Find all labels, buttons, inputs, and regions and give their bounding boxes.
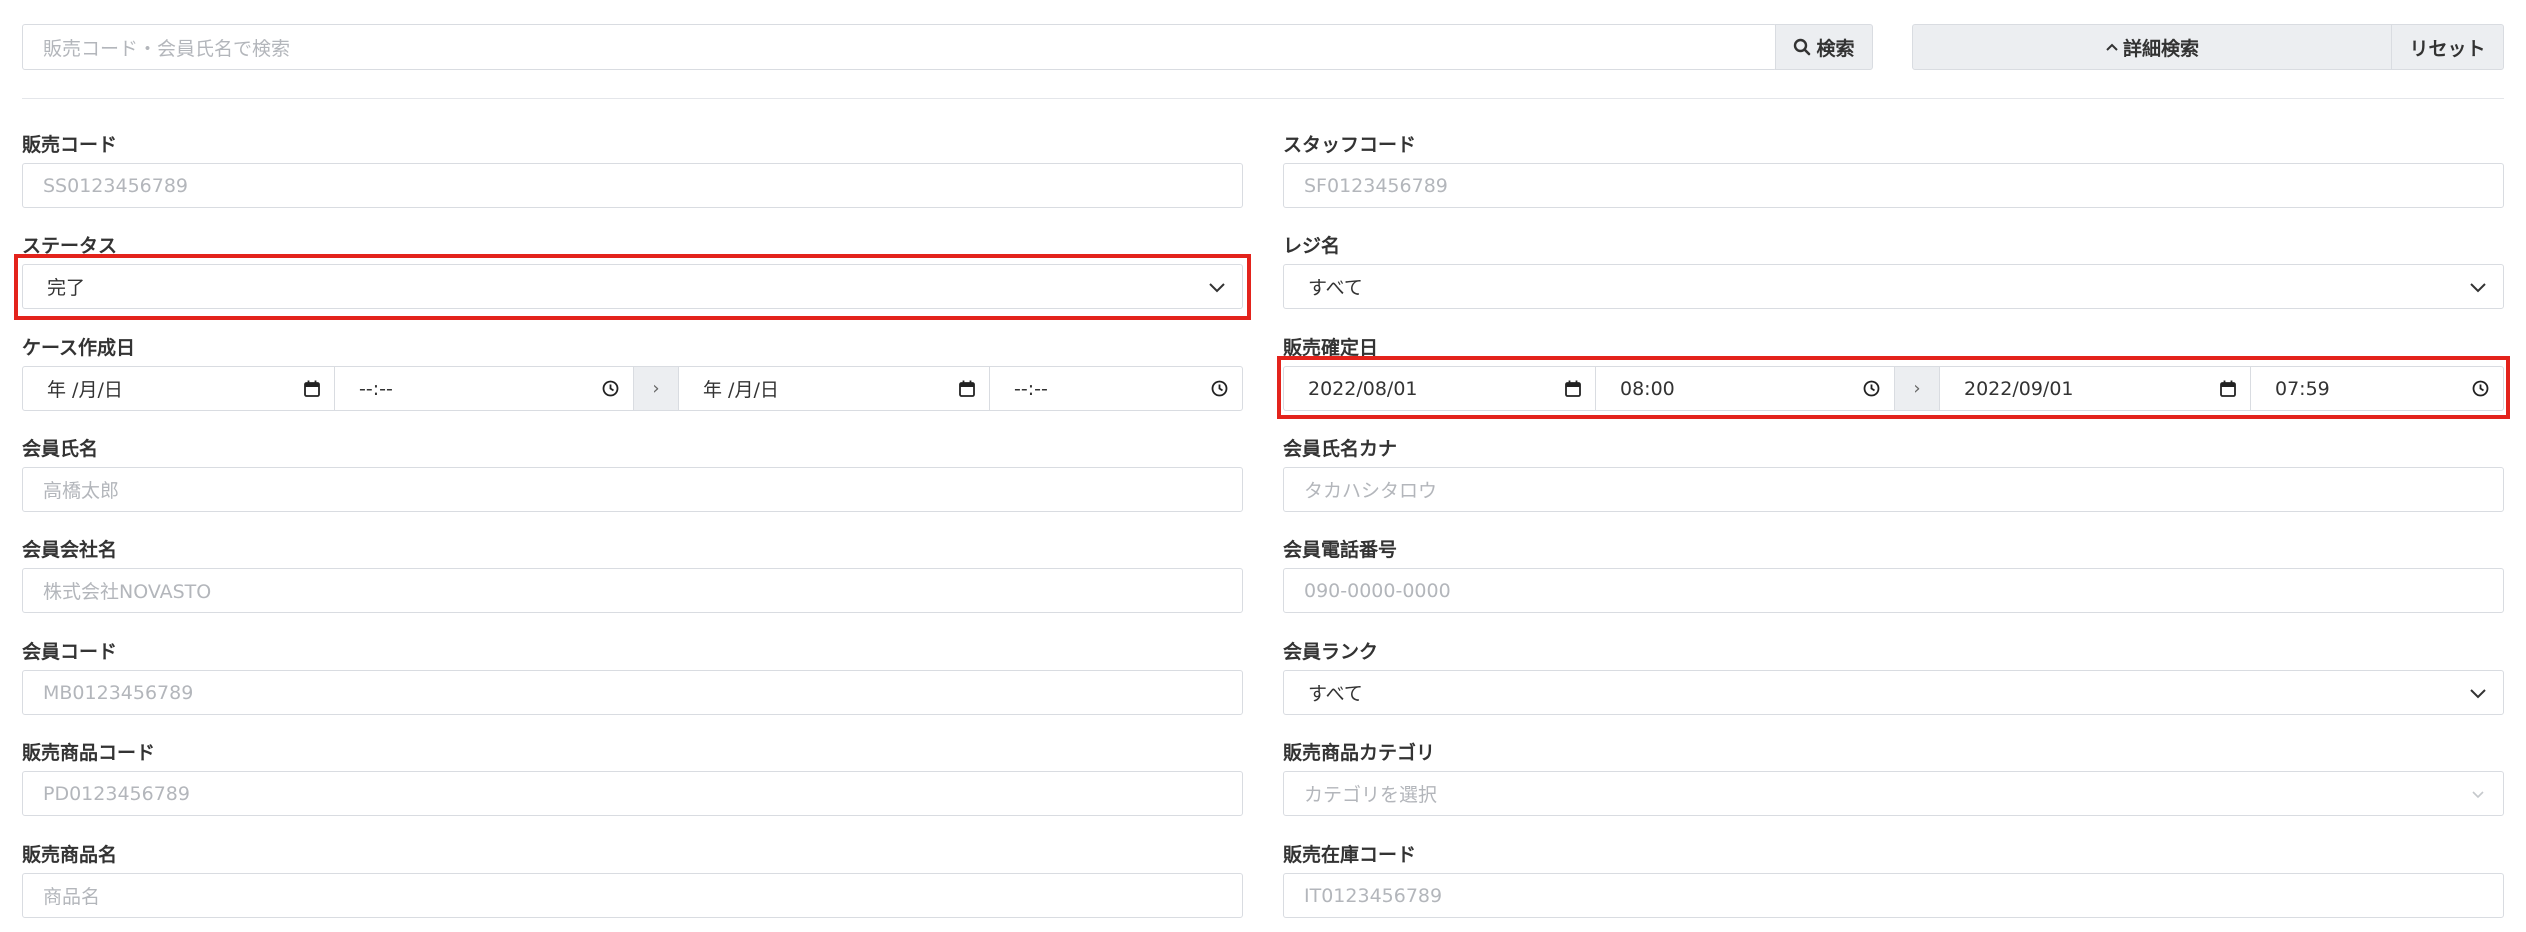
product-category-placeholder: カテゴリを選択	[1304, 784, 1438, 806]
case-time-to[interactable]: --:--	[989, 367, 1242, 410]
member-phone-label: 会員電話番号	[1283, 539, 1398, 561]
member-phone-input[interactable]: 090-0000-0000	[1283, 568, 2504, 613]
member-kana-input[interactable]: タカハシタロウ	[1283, 467, 2504, 512]
case-date-from[interactable]: 年 /月/日	[23, 367, 334, 410]
member-name-placeholder: 高橋太郎	[43, 480, 120, 502]
chevron-down-icon	[2470, 282, 2486, 292]
calendar-icon	[959, 380, 975, 397]
product-name-input[interactable]: 商品名	[22, 873, 1243, 918]
register-label: レジ名	[1283, 235, 1341, 257]
advanced-search-label: 詳細検索	[2122, 37, 2199, 60]
member-kana-label: 会員氏名カナ	[1283, 438, 1398, 460]
calendar-icon	[304, 380, 320, 397]
product-category-select[interactable]: カテゴリを選択	[1283, 771, 2504, 816]
staff-code-input[interactable]: SF0123456789	[1283, 163, 2504, 208]
staff-code-placeholder: SF0123456789	[1304, 174, 1448, 197]
divider	[22, 98, 2504, 99]
case-time-from[interactable]: --:--	[334, 367, 633, 410]
member-name-label: 会員氏名	[22, 438, 99, 460]
member-rank-value: すべて	[1308, 683, 1363, 705]
member-rank-label: 会員ランク	[1283, 641, 1379, 663]
product-code-label: 販売商品コード	[22, 742, 156, 764]
member-kana-placeholder: タカハシタロウ	[1304, 480, 1438, 502]
product-code-placeholder: PD0123456789	[43, 782, 190, 805]
case-time-from-value: --:--	[359, 377, 393, 400]
sales-code-label: 販売コード	[22, 134, 118, 156]
member-name-input[interactable]: 高橋太郎	[22, 467, 1243, 512]
case-date-to-value: 年 /月/日	[703, 379, 779, 401]
case-date-range: 年 /月/日 --:-- › 年 /月/日 --:--	[22, 366, 1243, 411]
clock-icon	[602, 380, 619, 397]
sales-code-input[interactable]: SS0123456789	[22, 163, 1243, 208]
sales-code-placeholder: SS0123456789	[43, 174, 189, 197]
advanced-search-button[interactable]: 詳細検索	[1912, 24, 2392, 70]
case-date-from-value: 年 /月/日	[47, 379, 123, 401]
register-select[interactable]: すべて	[1283, 264, 2504, 309]
search-input[interactable]: 販売コード・会員氏名で検索	[22, 24, 1777, 70]
register-value: すべて	[1308, 277, 1363, 299]
confirm-date-highlight-box	[1277, 356, 2510, 419]
case-date-to[interactable]: 年 /月/日	[678, 367, 989, 410]
chevron-down-icon	[2470, 688, 2486, 698]
member-code-input[interactable]: MB0123456789	[22, 670, 1243, 715]
status-highlight-box	[14, 254, 1251, 320]
range-separator: ›	[633, 367, 678, 410]
member-rank-select[interactable]: すべて	[1283, 670, 2504, 715]
chevron-up-icon	[2106, 43, 2118, 51]
reset-button[interactable]: リセット	[2391, 24, 2504, 70]
search-button-label: 検索	[1816, 37, 1855, 60]
product-code-input[interactable]: PD0123456789	[22, 771, 1243, 816]
reset-button-label: リセット	[2409, 37, 2486, 60]
product-name-placeholder: 商品名	[43, 886, 101, 908]
stock-code-placeholder: IT0123456789	[1304, 884, 1443, 907]
product-category-label: 販売商品カテゴリ	[1283, 742, 1436, 764]
member-company-label: 会員会社名	[22, 539, 118, 561]
product-name-label: 販売商品名	[22, 844, 118, 866]
clock-icon	[1211, 380, 1228, 397]
stock-code-label: 販売在庫コード	[1283, 844, 1417, 866]
case-time-to-value: --:--	[1014, 377, 1048, 400]
search-placeholder: 販売コード・会員氏名で検索	[43, 37, 291, 60]
stock-code-input[interactable]: IT0123456789	[1283, 873, 2504, 918]
search-button[interactable]: 検索	[1775, 24, 1873, 70]
member-code-placeholder: MB0123456789	[43, 681, 194, 704]
member-phone-placeholder: 090-0000-0000	[1304, 579, 1451, 602]
staff-code-label: スタッフコード	[1283, 134, 1417, 156]
member-company-input[interactable]: 株式会社NOVASTO	[22, 568, 1243, 613]
member-company-placeholder: 株式会社NOVASTO	[43, 581, 212, 603]
case-date-label: ケース作成日	[22, 337, 136, 359]
search-icon	[1794, 38, 1811, 56]
range-separator-glyph: ›	[652, 378, 660, 399]
member-code-label: 会員コード	[22, 641, 118, 663]
chevron-down-icon	[2472, 790, 2484, 798]
